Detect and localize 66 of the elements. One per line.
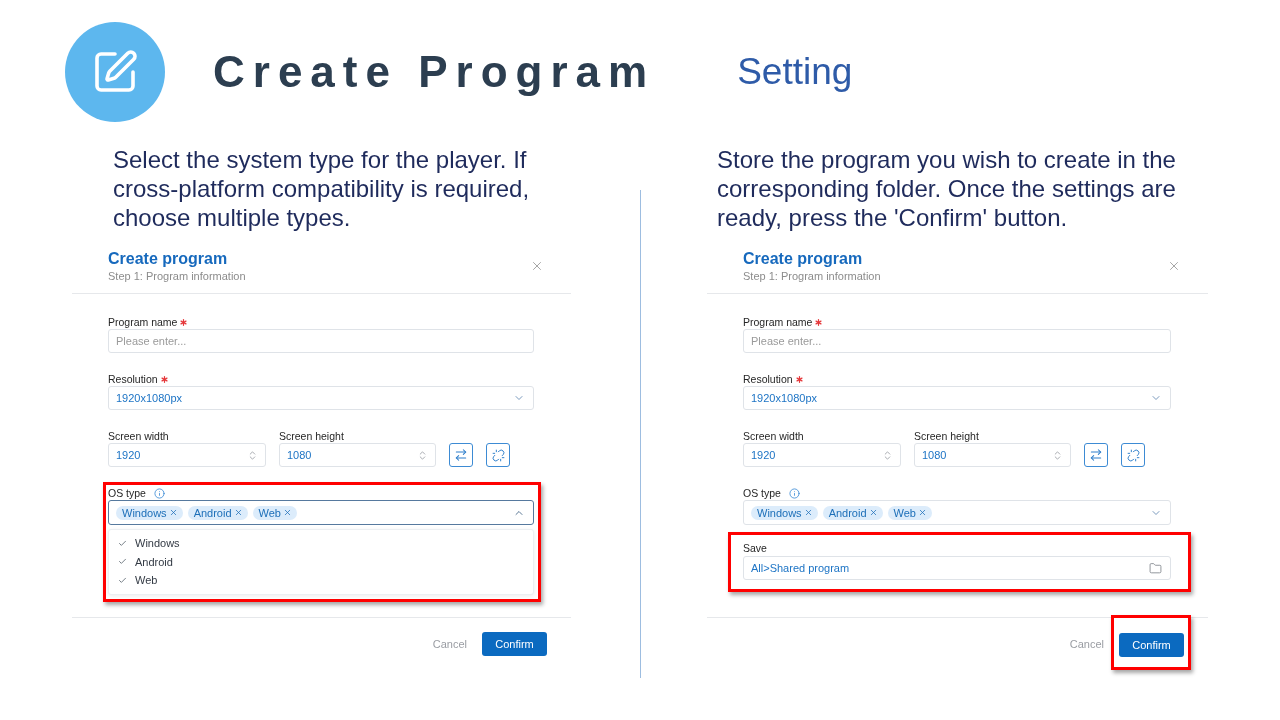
tag-label: Android (193, 505, 232, 520)
save-folder-field[interactable]: All>Shared program (743, 556, 1171, 580)
screen-height-input[interactable]: 1080 (914, 443, 1071, 467)
cancel-button[interactable]: Cancel (430, 632, 469, 656)
page-title: Create Program (213, 46, 656, 98)
program-name-input[interactable]: Please enter... (743, 329, 1171, 353)
unlink-button[interactable] (1121, 443, 1145, 467)
field-label: Screen width (743, 429, 804, 443)
dialog-title: Create program (108, 249, 229, 269)
broken-link-icon (491, 448, 505, 462)
dropdown-option[interactable]: Windows (109, 534, 533, 553)
tag-label: Windows (122, 505, 167, 520)
screen-width-input[interactable]: 1920 (743, 443, 901, 467)
up-down-chevron-icon[interactable] (1052, 449, 1063, 461)
os-type-select[interactable]: Windows Android Web (743, 500, 1171, 525)
os-type-select[interactable]: Windows Android Web (108, 500, 534, 525)
section-title: Setting (737, 50, 853, 95)
remove-icon[interactable] (168, 508, 178, 517)
program-name-input[interactable]: Please enter... (108, 329, 534, 353)
dialog-title: Create program (743, 249, 864, 269)
tag-label: Android (828, 505, 867, 520)
tag-label: Windows (757, 505, 802, 520)
up-down-chevron-icon[interactable] (882, 449, 893, 461)
swap-arrows-icon (1089, 448, 1103, 462)
resolution-select[interactable]: 1920x1080px (108, 386, 534, 410)
close-icon[interactable] (1167, 259, 1181, 273)
remove-icon[interactable] (282, 508, 292, 517)
field-label: Resolution (743, 372, 793, 386)
dialog-subtitle: Step 1: Program information (743, 269, 881, 283)
screen-height-input[interactable]: 1080 (279, 443, 436, 467)
field-label: Program name (743, 315, 813, 329)
swap-button[interactable] (449, 443, 473, 467)
resolution-select[interactable]: 1920x1080px (743, 386, 1171, 410)
dropdown-option[interactable]: Web (109, 571, 533, 590)
field-label: Resolution (108, 372, 158, 386)
confirm-button[interactable]: Confirm (1119, 633, 1184, 658)
screen-width-input[interactable]: 1920 (108, 443, 266, 467)
broken-link-icon (1126, 448, 1140, 462)
field-label: Screen height (279, 429, 344, 443)
field-label: OS type (108, 486, 146, 500)
info-icon[interactable] (153, 487, 165, 499)
dropdown-option[interactable]: Android (109, 552, 533, 571)
folder-icon[interactable] (1149, 561, 1162, 575)
up-down-chevron-icon[interactable] (417, 449, 428, 461)
dialog-subtitle: Step 1: Program information (108, 269, 246, 283)
instruction-text: Select the system type for the player. If cross-platform compatibility is required, choose multiple types. (112, 145, 531, 232)
remove-icon[interactable] (917, 508, 927, 517)
confirm-button[interactable]: Confirm (482, 632, 547, 656)
cancel-button[interactable]: Cancel (1067, 632, 1106, 657)
field-label: Save (743, 541, 767, 555)
remove-icon[interactable] (233, 508, 243, 517)
info-icon[interactable] (788, 487, 800, 499)
unlink-button[interactable] (486, 443, 510, 467)
instruction-text: Store the program you wish to create in the corresponding folder. Once the settings are ready, press the 'Confirm' button. (716, 145, 1177, 232)
up-down-chevron-icon[interactable] (247, 449, 258, 461)
field-label: Program name (108, 315, 178, 329)
field-label: OS type (743, 486, 781, 500)
tag-label: Web (893, 505, 916, 520)
field-label: Screen width (108, 429, 169, 443)
swap-arrows-icon (454, 448, 468, 462)
tag-label: Web (258, 505, 281, 520)
swap-button[interactable] (1084, 443, 1108, 467)
close-icon[interactable] (530, 259, 544, 273)
remove-icon[interactable] (868, 508, 878, 517)
field-label: Screen height (914, 429, 979, 443)
remove-icon[interactable] (803, 508, 813, 517)
